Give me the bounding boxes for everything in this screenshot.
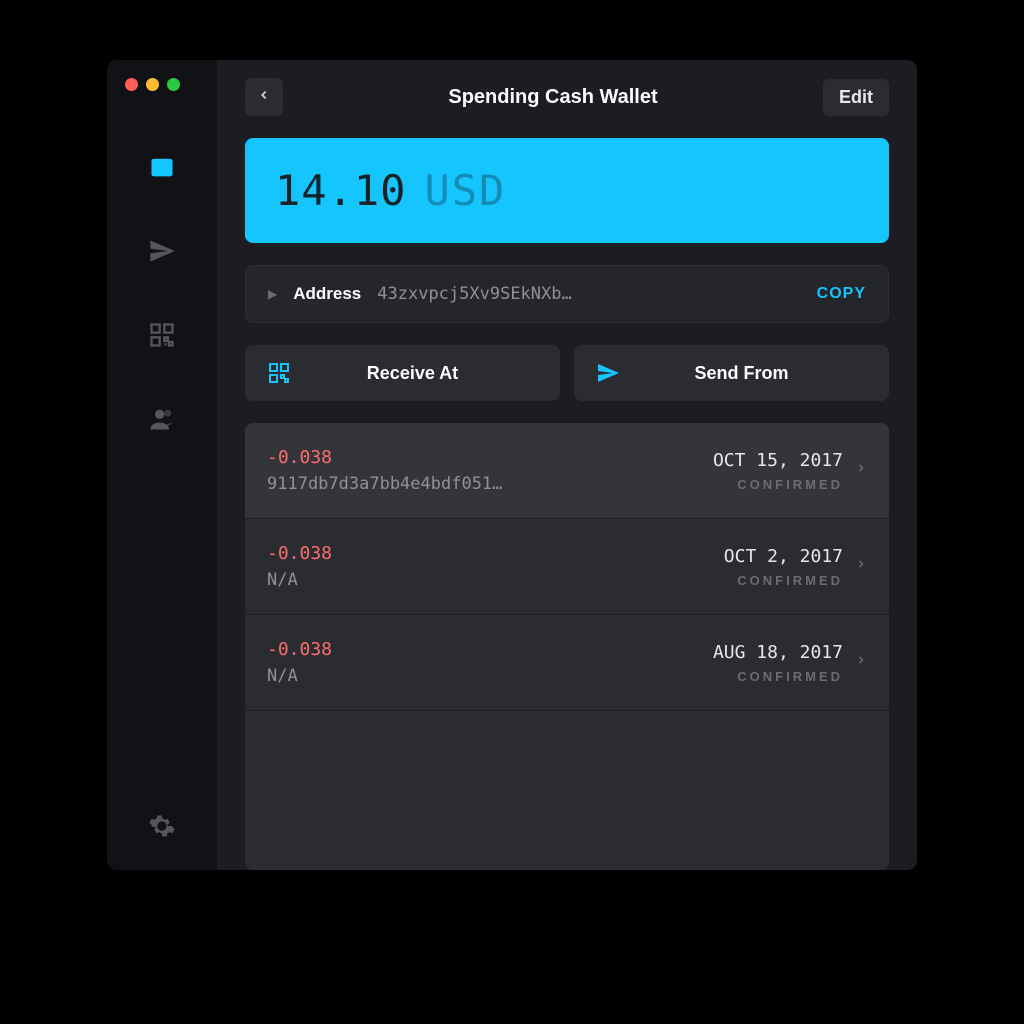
fullscreen-window-button[interactable] — [167, 78, 180, 91]
transaction-status: CONFIRMED — [713, 669, 843, 684]
transaction-amount: -0.038 — [267, 639, 713, 660]
balance-card: 14.10 USD — [245, 138, 889, 243]
send-button[interactable]: Send From — [574, 345, 889, 401]
transaction-row[interactable]: -0.038 9117db7d3a7bb4e4bdf051… OCT 15, 2… — [245, 423, 889, 519]
chevron-right-icon — [855, 651, 867, 674]
sidebar-item-qr[interactable] — [144, 319, 180, 355]
address-row[interactable]: ▶ Address 43zxvpcj5Xv9SEkNXb… COPY — [245, 265, 889, 323]
transaction-row[interactable]: -0.038 N/A OCT 2, 2017 CONFIRMED — [245, 519, 889, 615]
sidebar-item-send[interactable] — [144, 235, 180, 271]
header: Spending Cash Wallet Edit — [245, 78, 889, 116]
main-content: Spending Cash Wallet Edit 14.10 USD ▶ Ad… — [217, 60, 917, 870]
transaction-status: CONFIRMED — [713, 477, 843, 492]
close-window-button[interactable] — [125, 78, 138, 91]
disclosure-triangle-icon: ▶ — [268, 287, 277, 301]
transaction-date: AUG 18, 2017 — [713, 642, 843, 663]
address-value: 43zxvpcj5Xv9SEkNXb… — [377, 284, 800, 304]
transaction-amount: -0.038 — [267, 447, 713, 468]
copy-button[interactable]: COPY — [817, 285, 866, 303]
action-buttons: Receive At Send From — [245, 345, 889, 401]
transaction-meta: OCT 2, 2017 CONFIRMED — [724, 546, 843, 588]
transaction-date: OCT 2, 2017 — [724, 546, 843, 567]
transaction-meta: OCT 15, 2017 CONFIRMED — [713, 450, 843, 492]
chevron-right-icon — [855, 555, 867, 578]
transaction-info: -0.038 N/A — [267, 639, 713, 686]
sidebar-item-wallet[interactable] — [144, 151, 180, 187]
edit-button[interactable]: Edit — [823, 79, 889, 116]
transaction-info: -0.038 9117db7d3a7bb4e4bdf051… — [267, 447, 713, 494]
transaction-list: -0.038 9117db7d3a7bb4e4bdf051… OCT 15, 2… — [245, 423, 889, 870]
sidebar-item-contacts[interactable] — [144, 403, 180, 439]
transaction-date: OCT 15, 2017 — [713, 450, 843, 471]
window-controls — [107, 78, 180, 91]
transaction-row[interactable]: -0.038 N/A AUG 18, 2017 CONFIRMED — [245, 615, 889, 711]
qr-icon — [148, 321, 176, 354]
transaction-info: -0.038 N/A — [267, 543, 724, 590]
receive-label: Receive At — [287, 363, 538, 384]
minimize-window-button[interactable] — [146, 78, 159, 91]
app-window: Spending Cash Wallet Edit 14.10 USD ▶ Ad… — [107, 60, 917, 870]
gear-icon — [148, 812, 176, 845]
balance-currency: USD — [424, 166, 506, 215]
address-label: Address — [293, 284, 361, 304]
send-label: Send From — [616, 363, 867, 384]
transaction-amount: -0.038 — [267, 543, 724, 564]
wallet-icon — [148, 153, 176, 186]
transaction-hash: 9117db7d3a7bb4e4bdf051… — [267, 474, 713, 494]
balance-amount: 14.10 — [275, 166, 406, 215]
transaction-hash: N/A — [267, 666, 713, 686]
send-icon — [148, 237, 176, 270]
transaction-meta: AUG 18, 2017 CONFIRMED — [713, 642, 843, 684]
transaction-status: CONFIRMED — [724, 573, 843, 588]
back-button[interactable] — [245, 78, 283, 116]
page-title: Spending Cash Wallet — [283, 86, 823, 109]
contacts-icon — [148, 405, 176, 438]
chevron-right-icon — [855, 459, 867, 482]
transaction-hash: N/A — [267, 570, 724, 590]
sidebar — [107, 60, 217, 870]
receive-button[interactable]: Receive At — [245, 345, 560, 401]
sidebar-item-settings[interactable] — [144, 810, 180, 846]
chevron-left-icon — [257, 86, 271, 109]
